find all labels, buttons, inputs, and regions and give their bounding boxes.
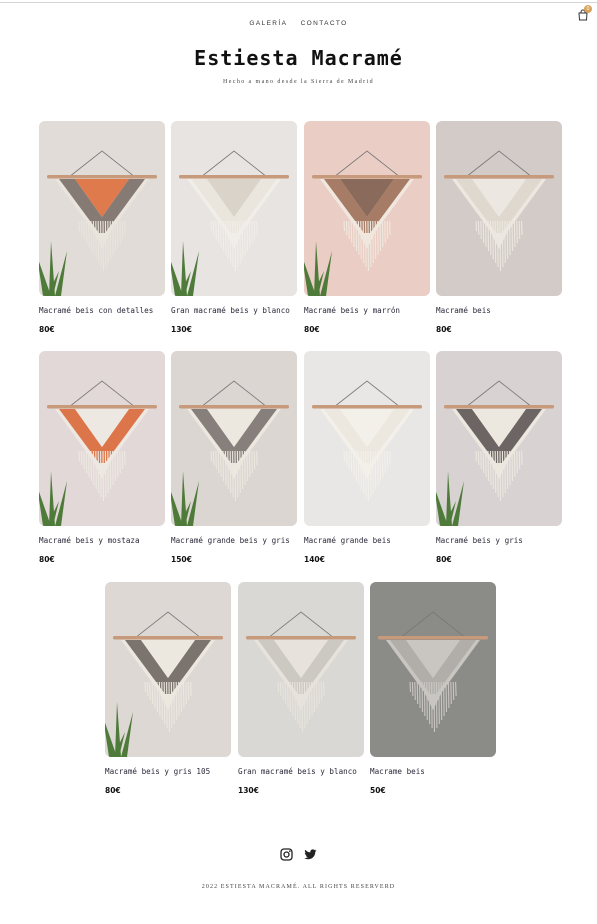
- social-links: [0, 846, 597, 864]
- twitter-icon[interactable]: [304, 848, 317, 861]
- cart-button[interactable]: 0: [577, 5, 592, 21]
- product-name[interactable]: Macramé beis con detalles: [39, 306, 165, 315]
- footer-copyright: 2022 ESTIESTA MACRAMÉ. ALL RIGHTS RESERV…: [201, 884, 396, 890]
- product-image[interactable]: [436, 351, 562, 526]
- nav-galeria[interactable]: GALERÍA: [249, 20, 287, 27]
- instagram-icon[interactable]: [280, 848, 293, 861]
- product-card[interactable]: Macramé beis con detalles 80€: [39, 121, 165, 334]
- product-price: 140€: [304, 555, 325, 564]
- product-name[interactable]: Macramé grande beis y gris: [171, 536, 297, 545]
- product-image[interactable]: [238, 582, 364, 757]
- top-border: [0, 2, 597, 3]
- product-card[interactable]: Macramé grande beis y gris 150€: [171, 351, 297, 564]
- product-price: 80€: [304, 325, 320, 334]
- product-card[interactable]: Macramé beis 80€: [436, 121, 562, 334]
- product-card[interactable]: Macramé grande beis 140€: [304, 351, 430, 564]
- product-image[interactable]: [171, 351, 297, 526]
- product-price: 130€: [171, 325, 192, 334]
- product-image[interactable]: [105, 582, 231, 757]
- product-name[interactable]: Macramé grande beis: [304, 536, 430, 545]
- main-nav: GALERÍA CONTACTO: [0, 20, 597, 27]
- product-card[interactable]: Macramé beis y mostaza 80€: [39, 351, 165, 564]
- site-title[interactable]: Estiesta Macramé: [0, 46, 597, 70]
- product-name[interactable]: Macramé beis y mostaza: [39, 536, 165, 545]
- product-card[interactable]: Gran macramé beis y blanco 130€: [171, 121, 297, 334]
- product-price: 150€: [171, 555, 192, 564]
- product-image[interactable]: [304, 121, 430, 296]
- product-price: 80€: [39, 325, 55, 334]
- product-image[interactable]: [171, 121, 297, 296]
- product-image[interactable]: [39, 351, 165, 526]
- product-price: 80€: [436, 555, 452, 564]
- product-name[interactable]: Macrame beis: [370, 767, 496, 776]
- product-image[interactable]: [39, 121, 165, 296]
- product-image[interactable]: [370, 582, 496, 757]
- site-subtitle: Hecho a mano desde la Sierra de Madrid: [223, 79, 374, 85]
- product-name[interactable]: Gran macramé beis y blanco: [238, 767, 364, 776]
- product-name[interactable]: Macramé beis y marrón: [304, 306, 430, 315]
- product-name[interactable]: Macramé beis: [436, 306, 562, 315]
- product-card[interactable]: Macramé beis y gris 105 80€: [105, 582, 231, 795]
- product-name[interactable]: Macramé beis y gris: [436, 536, 562, 545]
- product-image[interactable]: [436, 121, 562, 296]
- product-image[interactable]: [304, 351, 430, 526]
- product-card[interactable]: Macramé beis y gris 80€: [436, 351, 562, 564]
- product-card[interactable]: Gran macramé beis y blanco 130€: [238, 582, 364, 795]
- nav-contacto[interactable]: CONTACTO: [301, 20, 348, 27]
- product-card[interactable]: Macrame beis 50€: [370, 582, 496, 795]
- product-price: 130€: [238, 786, 259, 795]
- product-price: 80€: [105, 786, 121, 795]
- cart-count-badge: 0: [584, 5, 592, 13]
- product-name[interactable]: Gran macramé beis y blanco: [171, 306, 297, 315]
- product-price: 80€: [39, 555, 55, 564]
- product-name[interactable]: Macramé beis y gris 105: [105, 767, 231, 776]
- product-price: 50€: [370, 786, 386, 795]
- product-card[interactable]: Macramé beis y marrón 80€: [304, 121, 430, 334]
- product-price: 80€: [436, 325, 452, 334]
